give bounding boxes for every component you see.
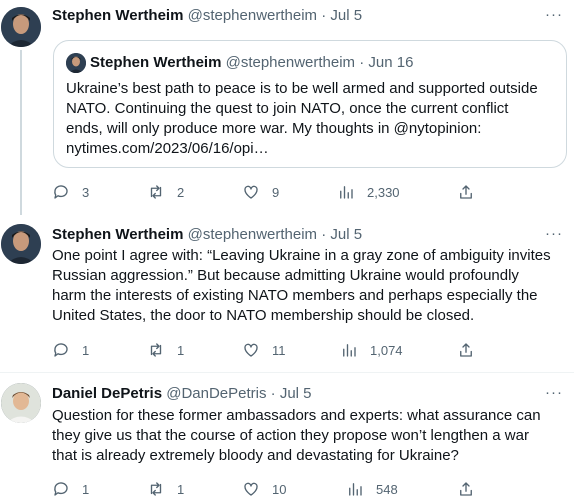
views-chart-icon	[349, 483, 362, 496]
avatar[interactable]	[1, 7, 41, 47]
more-options-icon[interactable]: ···	[544, 7, 564, 28]
tweet-3[interactable]: Daniel DePetris @DanDePetris · Jul 5 ···…	[0, 373, 574, 497]
retweet-count: 1	[177, 481, 185, 497]
avatar-photo	[1, 383, 41, 423]
tweet-date[interactable]: Jul 5	[330, 7, 362, 24]
quote-date: Jun 16	[368, 54, 414, 71]
tweet-text: One point I agree with: “Leaving Ukraine…	[52, 246, 570, 326]
separator-dot: ·	[359, 54, 365, 71]
tweet-text-line: harm the interests of existing NATO memb…	[52, 287, 538, 304]
retweet-icon	[150, 343, 162, 357]
reply-icon	[54, 482, 68, 496]
share-button[interactable]	[457, 479, 475, 497]
like-button[interactable]: 11	[242, 340, 286, 360]
tweet-text-line: that is already extremely bloody and dev…	[52, 447, 459, 464]
retweet-count: 1	[177, 342, 185, 358]
share-icon	[460, 482, 472, 496]
tweet-text-line: Russian aggression.” But because admitti…	[52, 267, 519, 284]
author-name[interactable]: Stephen Wertheim	[52, 7, 183, 24]
reply-icon	[54, 343, 68, 357]
avatar[interactable]	[1, 383, 41, 423]
share-button[interactable]	[457, 182, 475, 202]
tweet-header: Stephen Wertheim @stephenwertheim · Jul …	[52, 225, 362, 245]
tweet-text-line: they give us that the course of action t…	[52, 427, 529, 444]
heart-icon	[244, 185, 258, 199]
quote-author-name: Stephen Wertheim	[90, 54, 222, 71]
avatar[interactable]	[1, 224, 41, 264]
share-icon	[460, 343, 472, 357]
retweet-button[interactable]: 2	[147, 182, 184, 202]
tweet-text-line: One point I agree with: “Leaving Ukraine…	[52, 247, 551, 264]
more-options-icon[interactable]: ···	[544, 385, 564, 406]
quote-header: Stephen Wertheim @stephenwertheim · Jun …	[90, 53, 413, 73]
tweet-actions: 3 2 9 2,330	[52, 182, 552, 202]
like-count: 10	[272, 481, 287, 497]
retweet-count: 2	[177, 184, 185, 200]
tweet-header: Stephen Wertheim @stephenwertheim · Jul …	[52, 6, 362, 26]
share-button[interactable]	[457, 340, 475, 360]
heart-icon	[244, 343, 258, 357]
tweet-text-line: United States, the door to NATO membersh…	[52, 307, 475, 324]
more-options-icon[interactable]: ···	[544, 226, 564, 247]
view-count: 1,074	[370, 342, 403, 358]
view-count: 548	[376, 481, 398, 497]
reply-button[interactable]: 3	[52, 182, 89, 202]
author-handle[interactable]: @stephenwertheim	[188, 7, 317, 24]
like-count: 11	[272, 342, 286, 358]
reply-count: 1	[82, 481, 90, 497]
quote-text-line: nytimes.com/2023/06/16/opi…	[66, 140, 269, 157]
tweet-text: Question for these former ambassadors an…	[52, 406, 570, 466]
quoted-tweet[interactable]: Stephen Wertheim @stephenwertheim · Jun …	[53, 40, 567, 168]
tweet-actions: 1 1 11 1,074	[52, 340, 552, 360]
avatar-photo	[1, 224, 41, 264]
quote-text-line: ends, will only produce more war. My tho…	[66, 120, 482, 137]
tweet-date[interactable]: Jul 5	[330, 226, 362, 243]
quote-text-line: NATO. Continuing the quest to join NATO,…	[66, 100, 509, 117]
separator-dot: ·	[321, 226, 327, 243]
author-name[interactable]: Daniel DePetris	[52, 385, 162, 402]
separator-dot: ·	[270, 385, 276, 402]
retweet-icon	[150, 482, 162, 496]
views-chart-icon	[343, 344, 356, 357]
views-button[interactable]: 1,074	[340, 340, 403, 360]
like-count: 9	[272, 184, 280, 200]
reply-icon	[54, 185, 68, 199]
like-button[interactable]: 10	[242, 479, 286, 497]
retweet-button[interactable]: 1	[147, 479, 184, 497]
separator-dot: ·	[321, 7, 327, 24]
tweet-1[interactable]: Stephen Wertheim @stephenwertheim · Jul …	[0, 0, 574, 215]
author-handle[interactable]: @stephenwertheim	[188, 226, 317, 243]
quote-text-line: Ukraine’s best path to peace is to be we…	[66, 80, 538, 97]
like-button[interactable]: 9	[242, 182, 279, 202]
thread-line	[20, 50, 22, 215]
author-handle[interactable]: @DanDePetris	[166, 385, 266, 402]
retweet-icon	[150, 185, 162, 199]
heart-icon	[244, 482, 258, 496]
views-button[interactable]: 2,330	[337, 182, 400, 202]
tweet-date[interactable]: Jul 5	[280, 385, 312, 402]
tweet-2[interactable]: Stephen Wertheim @stephenwertheim · Jul …	[0, 215, 574, 372]
share-icon	[460, 185, 472, 199]
tweet-text-line: Question for these former ambassadors an…	[52, 407, 541, 424]
quote-author-handle: @stephenwertheim	[225, 54, 356, 71]
author-name[interactable]: Stephen Wertheim	[52, 226, 183, 243]
quote-avatar	[66, 53, 86, 73]
reply-button[interactable]: 1	[52, 340, 89, 360]
views-button[interactable]: 548	[346, 479, 398, 497]
retweet-button[interactable]: 1	[147, 340, 184, 360]
reply-count: 3	[82, 184, 90, 200]
tweet-actions: 1 1 10 548	[52, 479, 552, 497]
avatar-photo	[1, 7, 41, 47]
avatar-photo	[66, 53, 86, 73]
view-count: 2,330	[367, 184, 400, 200]
tweet-header: Daniel DePetris @DanDePetris · Jul 5	[52, 384, 312, 404]
quote-text: Ukraine’s best path to peace is to be we…	[66, 79, 566, 159]
views-chart-icon	[340, 186, 353, 199]
reply-button[interactable]: 1	[52, 479, 89, 497]
reply-count: 1	[82, 342, 90, 358]
